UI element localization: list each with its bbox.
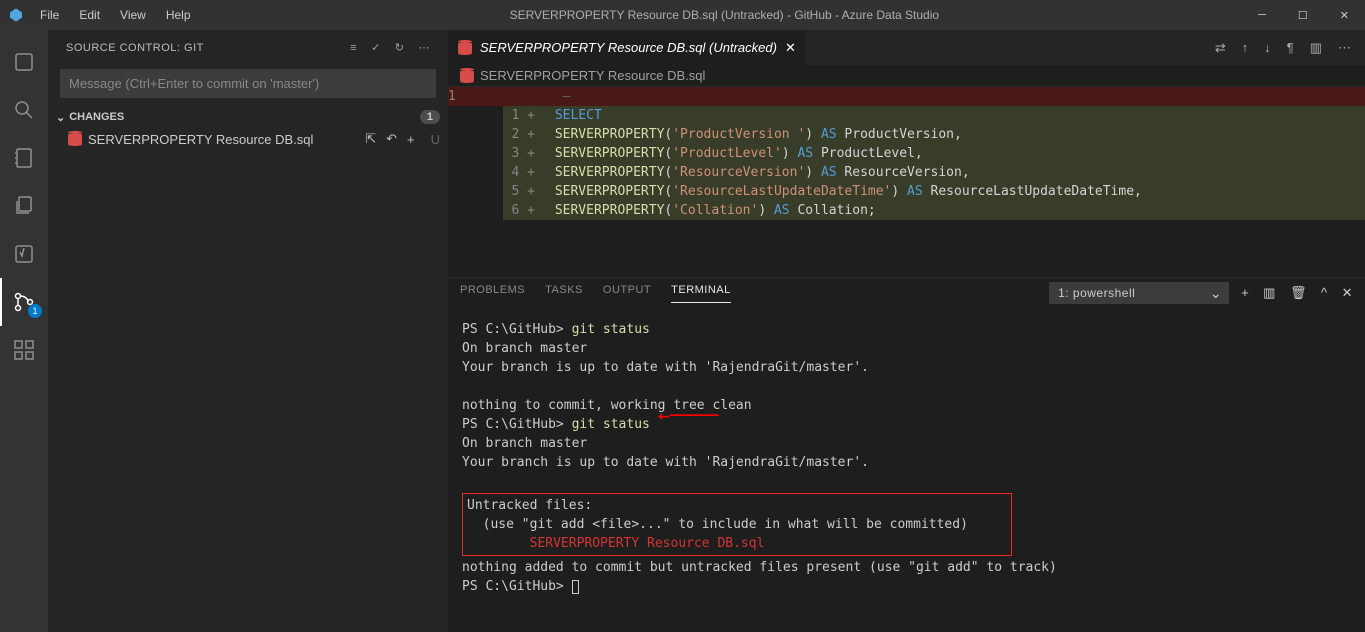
diff-modified: — 1 + SELECT2 + SERVERPROPERTY('ProductV… [503, 87, 1365, 277]
split-editor-icon[interactable]: ▥ [1310, 40, 1322, 56]
sidebar: SOURCE CONTROL: GIT ≡ ✓ ↻ ⋯ ⌄ CHANGES 1 … [48, 30, 448, 632]
open-file-icon[interactable]: ⇱ [365, 131, 376, 147]
close-tab-icon[interactable]: ✕ [785, 40, 796, 56]
breadcrumb-bar[interactable]: SERVERPROPERTY Resource DB.sql [448, 65, 1365, 87]
menu-help[interactable]: Help [158, 4, 199, 26]
code-line: 1 + SELECT [503, 106, 1365, 125]
code-line: 6 + SERVERPROPERTY('Collation') AS Colla… [503, 201, 1365, 220]
tab-bar: SERVERPROPERTY Resource DB.sql (Untracke… [448, 30, 1365, 65]
kill-terminal-icon[interactable]: 🗑 [1290, 285, 1307, 301]
activity-bar: 1 [0, 30, 48, 632]
view-mode-icon[interactable]: ≡ [350, 42, 357, 54]
code-line: 3 + SERVERPROPERTY('ProductLevel') AS Pr… [503, 144, 1365, 163]
refresh-icon[interactable]: ↻ [395, 41, 405, 54]
activity-notebook[interactable] [0, 134, 48, 182]
new-terminal-icon[interactable]: + [1241, 285, 1249, 301]
diff-original: 1 [448, 87, 503, 277]
menu-file[interactable]: File [32, 4, 67, 26]
commit-icon[interactable]: ✓ [371, 41, 381, 54]
more-icon[interactable]: ⋯ [419, 41, 431, 54]
panel-tab-terminal[interactable]: TERMINAL [671, 284, 731, 303]
file-status: U [431, 132, 440, 147]
compare-changes-icon[interactable]: ⇄ [1215, 40, 1226, 56]
close-button[interactable]: ✕ [1332, 9, 1357, 22]
annotation-box: Untracked files: (use "git add <file>...… [462, 493, 1012, 556]
changes-label: CHANGES [69, 111, 420, 123]
panel-tab-problems[interactable]: PROBLEMS [460, 284, 525, 302]
editor-area: SERVERPROPERTY Resource DB.sql (Untracke… [448, 30, 1365, 632]
sql-file-icon [458, 43, 472, 53]
changes-section[interactable]: ⌄ CHANGES 1 [48, 106, 448, 128]
menu-bar: File Edit View Help [32, 4, 199, 26]
editor-actions: ⇄ ↑ ↓ ¶ ▥ ⋯ [1215, 40, 1365, 56]
window-title: SERVERPROPERTY Resource DB.sql (Untracke… [199, 8, 1251, 22]
panel-tabs: PROBLEMS TASKS OUTPUT TERMINAL 1: powers… [448, 278, 1365, 308]
maximize-button[interactable]: ☐ [1290, 9, 1316, 22]
source-control-badge: 1 [28, 304, 42, 318]
previous-change-icon[interactable]: ↑ [1242, 40, 1249, 55]
panel-tab-tasks[interactable]: TASKS [545, 284, 583, 302]
annotation-arrow: ←──── [658, 406, 718, 425]
terminal-selector[interactable]: 1: powershell [1049, 282, 1229, 304]
changed-file-row[interactable]: SERVERPROPERTY Resource DB.sql ⇱ ↶ + U [48, 128, 448, 150]
breadcrumb-file: SERVERPROPERTY Resource DB.sql [480, 68, 705, 83]
close-panel-icon[interactable]: ✕ [1342, 285, 1353, 301]
activity-search[interactable] [0, 86, 48, 134]
tab-label: SERVERPROPERTY Resource DB.sql (Untracke… [480, 40, 777, 55]
terminal-content[interactable]: PS C:\GitHub> git status On branch maste… [448, 308, 1365, 632]
stage-icon[interactable]: + [407, 132, 415, 147]
activity-explorer[interactable] [0, 182, 48, 230]
title-bar: File Edit View Help SERVERPROPERTY Resou… [0, 0, 1365, 30]
menu-edit[interactable]: Edit [71, 4, 108, 26]
more-actions-icon[interactable]: ⋯ [1338, 40, 1351, 56]
changed-file-name: SERVERPROPERTY Resource DB.sql [88, 132, 365, 147]
line-number: 1 [448, 87, 468, 106]
menu-view[interactable]: View [112, 4, 154, 26]
diff-editor[interactable]: 1 — 1 + SELECT2 + SERVERPROPERTY('Produc… [448, 87, 1365, 277]
discard-icon[interactable]: ↶ [386, 131, 397, 147]
sidebar-title: SOURCE CONTROL: GIT [66, 42, 350, 54]
activity-servers[interactable] [0, 38, 48, 86]
chevron-down-icon: ⌄ [56, 111, 65, 124]
toggle-whitespace-icon[interactable]: ¶ [1287, 40, 1294, 55]
activity-extensions[interactable] [0, 326, 48, 374]
minimize-button[interactable]: ─ [1250, 9, 1274, 21]
sql-file-icon [460, 71, 474, 81]
code-line: 4 + SERVERPROPERTY('ResourceVersion') AS… [503, 163, 1365, 182]
code-line: 5 + SERVERPROPERTY('ResourceLastUpdateDa… [503, 182, 1365, 201]
sidebar-header: SOURCE CONTROL: GIT ≡ ✓ ↻ ⋯ [48, 30, 448, 65]
changes-count: 1 [420, 110, 440, 124]
sql-file-icon [68, 134, 82, 144]
editor-tab[interactable]: SERVERPROPERTY Resource DB.sql (Untracke… [448, 30, 806, 65]
next-change-icon[interactable]: ↓ [1264, 40, 1271, 55]
split-terminal-icon[interactable]: ▥ [1263, 285, 1276, 301]
main-area: 1 SOURCE CONTROL: GIT ≡ ✓ ↻ ⋯ ⌄ CHANGES … [0, 30, 1365, 632]
app-logo-icon [8, 7, 24, 23]
activity-tasks[interactable] [0, 230, 48, 278]
code-line: 2 + SERVERPROPERTY('ProductVersion ') AS… [503, 125, 1365, 144]
activity-source-control[interactable]: 1 [0, 278, 48, 326]
panel-tab-output[interactable]: OUTPUT [603, 284, 651, 302]
bottom-panel: PROBLEMS TASKS OUTPUT TERMINAL 1: powers… [448, 277, 1365, 632]
commit-message-input[interactable] [60, 69, 436, 98]
commit-message-wrapper [60, 69, 436, 98]
maximize-panel-icon[interactable]: ^ [1321, 285, 1328, 301]
